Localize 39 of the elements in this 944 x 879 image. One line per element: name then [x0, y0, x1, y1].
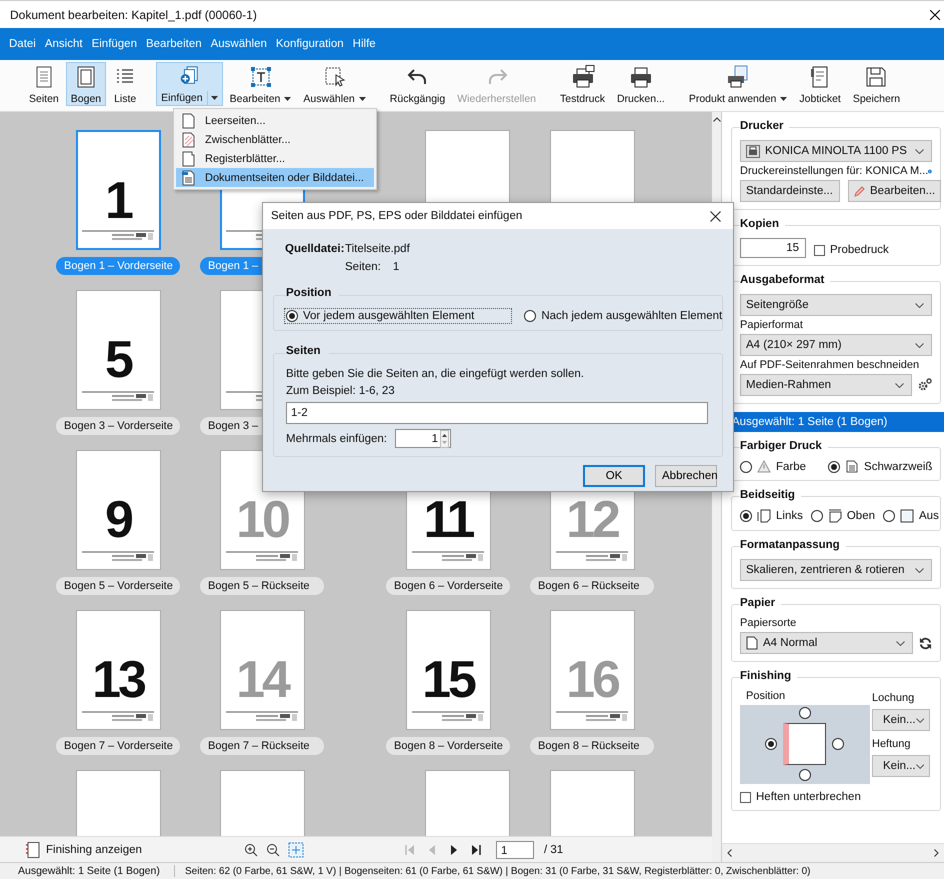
- group-title: Seiten: [286, 345, 329, 357]
- field-label: Auf PDF-Seitenrahmen beschneiden: [740, 359, 920, 371]
- dialog-title: Seiten aus PDF, PS, EPS oder Bilddatei einfügen: [271, 210, 522, 222]
- group-title: Ausgabeformat: [740, 274, 830, 286]
- instruction-text: Bitte geben Sie die Seiten an, die eingefügt werden sollen.: [286, 368, 585, 380]
- field-label: Papiersorte: [740, 617, 798, 629]
- status-text: Seiten: 62 (0 Farbe, 61 S&W, 1 V) | Bogenseiten: 61 (0 Farbe, 61 S&W) | Bogen: 31 (0 Farbe, 31 S&W, Registerblätter: 0, Zwischenblätter: 0): [184, 866, 811, 876]
- page-number: 11: [424, 495, 472, 545]
- page-number: 15: [422, 655, 474, 705]
- field-label: Heftung: [872, 738, 912, 750]
- file-name: Titelseite.pdf: [345, 243, 411, 255]
- group-title: Finishing: [740, 670, 798, 682]
- page-number: 9: [105, 495, 131, 545]
- page-number: 16: [566, 655, 618, 705]
- status-text: Ausgewählt: 1 Seite (1 Bogen): [0, 865, 175, 877]
- field-label: Seiten:: [345, 261, 381, 273]
- group-title: Kopien: [740, 218, 785, 230]
- group-title: Farbiger Druck: [740, 440, 828, 452]
- group-title: Drucker: [740, 120, 790, 132]
- field-label: Papierformat: [740, 319, 804, 331]
- window-title: Dokument bearbeiten: Kapitel_1.pdf (00060-1): [10, 8, 257, 22]
- example-text: Zum Beispiel: 1-6, 23: [286, 385, 396, 397]
- page-number: 12: [566, 495, 618, 545]
- page-number: 13: [92, 655, 144, 705]
- field-label: Mehrmals einfügen:: [286, 432, 387, 444]
- group-title: Formatanpassung: [740, 539, 846, 551]
- page-number: 1: [105, 176, 131, 226]
- page-number: 14: [236, 655, 288, 705]
- page-count: 1: [392, 261, 400, 273]
- settings-label: Druckereinstellungen für: KONICA M...: [740, 165, 928, 177]
- field-label: Position: [745, 690, 786, 702]
- page-total: / 31: [544, 844, 564, 856]
- page-number: 5: [105, 335, 131, 385]
- field-label: Lochung: [872, 692, 916, 704]
- field-label: Quelldatei:: [285, 243, 345, 255]
- group-title: Papier: [740, 597, 782, 609]
- group-title: Position: [286, 287, 340, 299]
- page-number: 10: [236, 495, 288, 545]
- group-title: Beidseitig: [740, 489, 801, 501]
